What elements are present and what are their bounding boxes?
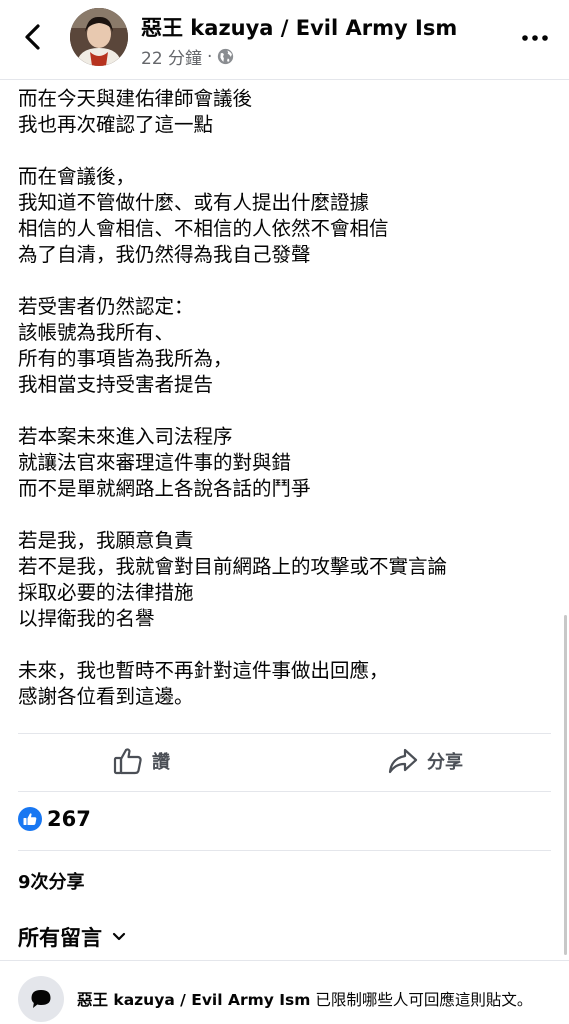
divider (18, 791, 551, 792)
more-horizontal-icon (522, 35, 548, 41)
post-line: 以捍衛我的名譽 (18, 607, 155, 630)
divider (18, 733, 551, 734)
post-paragraph: 而在會議後， 我知道不管做什麼、或有人提出什麼證據 相信的人會相信、不相信的人依… (18, 164, 558, 268)
meta-separator: · (207, 46, 213, 67)
post-line: 就讓法官來審理這件事的對與錯 (18, 451, 292, 474)
shares-count[interactable]: 9次分享 (18, 868, 85, 894)
speech-bubble-icon (18, 976, 64, 1022)
notice-text: 惡王 kazuya / Evil Army Ism 已限制哪些人可回應這則貼文。 (77, 988, 532, 1010)
like-label: 讚 (152, 752, 170, 773)
post-line: 我相當支持受害者提告 (18, 373, 214, 396)
more-options-button[interactable] (521, 26, 549, 50)
share-button[interactable]: 分享 (387, 745, 463, 777)
like-reaction-icon (18, 807, 42, 831)
notice-author[interactable]: 惡王 kazuya / Evil Army Ism (77, 991, 310, 1009)
post-paragraph: 未來，我也暫時不再針對這件事做出回應， 感謝各位看到這邊。 (18, 658, 558, 710)
post-paragraph: 而在今天與建佑律師會議後 我也再次確認了這一點 (18, 86, 558, 138)
thumbs-up-icon (113, 748, 142, 775)
comments-filter-label: 所有留言 (18, 926, 102, 950)
post-meta: 22 分鐘 · (141, 44, 234, 69)
post-line: 所有的事項皆為我所為， (18, 347, 233, 370)
divider (0, 960, 569, 961)
post-line: 相信的人會相信、不相信的人依然不會相信 (18, 217, 389, 240)
post-paragraph: 若本案未來進入司法程序 就讓法官來審理這件事的對與錯 而不是單就網路上各說各話的… (18, 424, 558, 502)
post-paragraph: 若是我，我願意負責 若不是我，我就會對目前網路上的攻擊或不實言論 採取必要的法律… (18, 528, 558, 632)
globe-icon (218, 48, 234, 65)
comments-filter-dropdown[interactable]: 所有留言 (18, 922, 126, 952)
post-line: 該帳號為我所有、 (18, 321, 175, 344)
author-name[interactable]: 惡王 kazuya / Evil Army Ism (141, 12, 457, 42)
notice-message: 已限制哪些人可回應這則貼文。 (310, 991, 533, 1009)
post-time[interactable]: 22 分鐘 (141, 44, 202, 69)
post-body: 而在今天與建佑律師會議後 我也再次確認了這一點 而在會議後， 我知道不管做什麼、… (18, 86, 558, 710)
post-paragraph: 若受害者仍然認定： 該帳號為我所有、 所有的事項皆為我所為， 我相當支持受害者提… (18, 294, 558, 398)
reaction-summary[interactable]: 267 (18, 807, 91, 831)
post-header: 惡王 kazuya / Evil Army Ism 22 分鐘 · (0, 0, 569, 80)
post-line: 若不是我，我就會對目前網路上的攻擊或不實言論 (18, 555, 448, 578)
like-button[interactable]: 讚 (112, 745, 170, 777)
post-line: 若本案未來進入司法程序 (18, 425, 233, 448)
post-line: 若是我，我願意負責 (18, 529, 194, 552)
share-label: 分享 (427, 752, 463, 773)
comment-restriction-notice: 惡王 kazuya / Evil Army Ism 已限制哪些人可回應這則貼文。 (18, 976, 563, 1022)
chevron-down-icon (112, 932, 126, 941)
post-line: 我也再次確認了這一點 (18, 113, 214, 136)
post-line: 而在會議後， (18, 165, 136, 188)
chevron-left-icon (25, 24, 40, 50)
divider (18, 850, 551, 851)
avatar[interactable] (70, 8, 128, 66)
share-arrow-icon (388, 748, 418, 774)
post-line: 若受害者仍然認定： (18, 295, 194, 318)
scrollbar[interactable] (564, 615, 567, 955)
back-button[interactable] (18, 22, 48, 52)
post-line: 我知道不管做什麼、或有人提出什麼證據 (18, 191, 370, 214)
post-line: 感謝各位看到這邊。 (18, 685, 194, 708)
post-line: 未來，我也暫時不再針對這件事做出回應， (18, 659, 389, 682)
post-line: 採取必要的法律措施 (18, 581, 194, 604)
post-line: 而不是單就網路上各說各話的鬥爭 (18, 477, 311, 500)
post-line: 而在今天與建佑律師會議後 (18, 87, 253, 110)
post-line: 為了自清，我仍然得為我自己發聲 (18, 243, 311, 266)
reaction-count: 267 (47, 807, 91, 831)
